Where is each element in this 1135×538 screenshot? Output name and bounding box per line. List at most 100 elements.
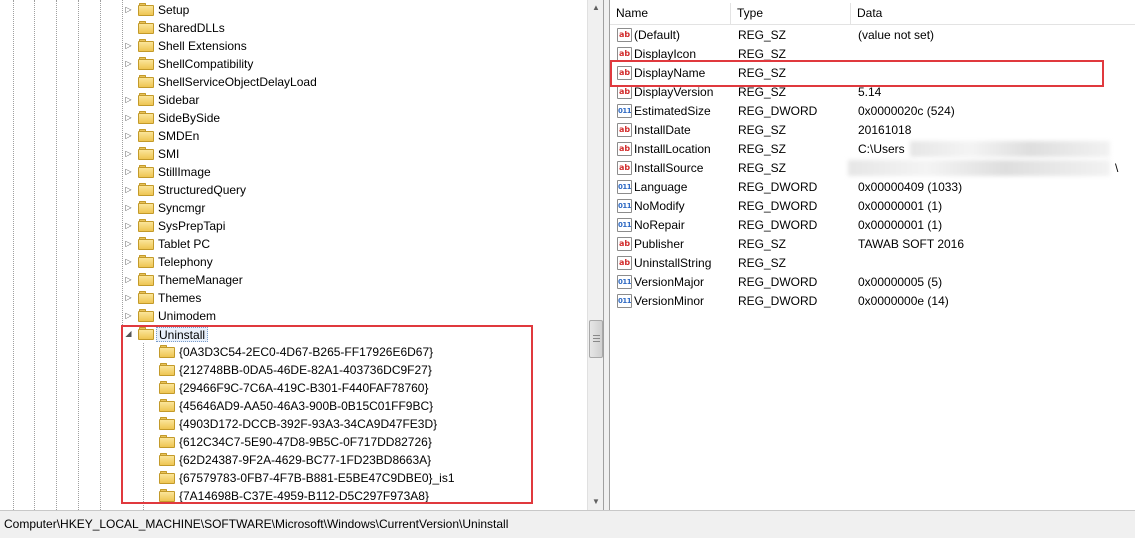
binary-value-icon: 011 — [617, 294, 632, 308]
expand-arrow-icon[interactable]: ▷ — [124, 203, 133, 212]
value-row[interactable]: ab (Default) REG_SZ (value not set) — [610, 26, 1135, 45]
value-row[interactable]: 011 VersionMajor REG_DWORD 0x00000005 (5) — [610, 273, 1135, 292]
expand-arrow-icon[interactable]: ▷ — [124, 95, 133, 104]
tree-item-label: StillImage — [158, 165, 211, 179]
value-data: 20161018 — [858, 123, 912, 137]
value-row[interactable]: 011 Language REG_DWORD 0x00000409 (1033) — [610, 178, 1135, 197]
value-row[interactable]: ab UninstallString REG_SZ — [610, 254, 1135, 273]
value-name: VersionMajor — [634, 275, 705, 289]
expand-arrow-icon[interactable]: ▷ — [124, 239, 133, 248]
column-header-type[interactable]: Type — [731, 3, 851, 25]
value-name: VersionMinor — [634, 294, 705, 308]
folder-icon — [138, 93, 154, 106]
tree-item-label: Shell Extensions — [158, 39, 247, 53]
tree-item[interactable]: ▷ ThemeManager — [0, 271, 580, 289]
tree-item[interactable]: ShellServiceObjectDelayLoad — [0, 73, 580, 91]
scroll-down-arrow-icon[interactable]: ▼ — [588, 494, 603, 510]
value-type: REG_DWORD — [738, 199, 818, 213]
tree-item[interactable]: SharedDLLs — [0, 19, 580, 37]
folder-icon — [138, 75, 154, 88]
tree-item-label: ThemeManager — [158, 273, 243, 287]
registry-tree-pane[interactable]: ▷ Setup SharedDLLs ▷ Shell Extensions ▷ ShellC… — [0, 0, 604, 510]
value-type: REG_DWORD — [738, 294, 818, 308]
folder-icon — [138, 273, 154, 286]
column-header-data[interactable]: Data — [851, 3, 1135, 25]
expand-arrow-icon[interactable]: ▷ — [124, 41, 133, 50]
registry-values-pane[interactable]: Name Type Data ab (Default) REG_SZ (value n… — [609, 0, 1135, 510]
value-type: REG_SZ — [738, 47, 787, 61]
tree-item[interactable]: ▷ Syncmgr — [0, 199, 580, 217]
tree-item[interactable]: ▷ Setup — [0, 1, 580, 19]
tree-item-label: ShellServiceObjectDelayLoad — [158, 75, 317, 89]
tree-vertical-scrollbar[interactable]: ▲ ▼ — [587, 0, 603, 510]
value-type: REG_SZ — [738, 256, 787, 270]
expand-arrow-icon[interactable]: ▷ — [124, 221, 133, 230]
folder-icon — [138, 3, 154, 16]
tree-item[interactable]: ▷ SideBySide — [0, 109, 580, 127]
tree-item-label: SysPrepTapi — [158, 219, 226, 233]
scroll-up-arrow-icon[interactable]: ▲ — [588, 0, 603, 16]
folder-icon — [138, 201, 154, 214]
expand-arrow-icon[interactable]: ▷ — [124, 293, 133, 302]
tree-item-label: Syncmgr — [158, 201, 206, 215]
folder-icon — [138, 21, 154, 34]
status-path: Computer\HKEY_LOCAL_MACHINE\SOFTWARE\Mic… — [4, 517, 509, 531]
tree-item[interactable]: ▷ Shell Extensions — [0, 37, 580, 55]
tree-item[interactable]: ▷ StructuredQuery — [0, 181, 580, 199]
binary-value-icon: 011 — [617, 275, 632, 289]
value-name: InstallLocation — [634, 142, 711, 156]
value-name: Language — [634, 180, 688, 194]
value-row[interactable]: 011 NoRepair REG_DWORD 0x00000001 (1) — [610, 216, 1135, 235]
column-header-name[interactable]: Name — [610, 3, 731, 25]
value-row[interactable]: 011 VersionMinor REG_DWORD 0x0000000e (14) — [610, 292, 1135, 311]
tree-item[interactable]: ▷ Telephony — [0, 253, 580, 271]
tree-item[interactable]: ▷ SMI — [0, 145, 580, 163]
tree-item[interactable]: ▷ ShellCompatibility — [0, 55, 580, 73]
expand-arrow-icon[interactable]: ▷ — [124, 5, 133, 14]
value-data: 0x0000020c (524) — [858, 104, 955, 118]
tree-item[interactable]: ▷ Themes — [0, 289, 580, 307]
expand-arrow-icon[interactable]: ▷ — [124, 185, 133, 194]
value-data: 0x00000005 (5) — [858, 275, 943, 289]
tree-item[interactable]: ▷ Sidebar — [0, 91, 580, 109]
expand-arrow-icon[interactable]: ▷ — [124, 131, 133, 140]
value-data: 5.14 — [858, 85, 882, 99]
folder-icon — [138, 219, 154, 232]
tree-item-label: Telephony — [158, 255, 213, 269]
value-row[interactable]: ab InstallSource REG_SZ \ — [610, 159, 1135, 178]
redacted-data — [848, 160, 1110, 176]
expand-arrow-icon[interactable]: ▷ — [124, 113, 133, 122]
value-name: InstallDate — [634, 123, 691, 137]
tree-item-label: Tablet PC — [158, 237, 211, 251]
value-type: REG_SZ — [738, 161, 787, 175]
binary-value-icon: 011 — [617, 218, 632, 232]
expand-arrow-icon[interactable]: ▷ — [124, 149, 133, 158]
tree-item-label: SideBySide — [158, 111, 221, 125]
expand-arrow-icon[interactable]: ▷ — [124, 275, 133, 284]
tree-item[interactable]: ▷ Unimodem — [0, 307, 580, 325]
value-name: NoModify — [634, 199, 685, 213]
tree-item-label: SharedDLLs — [158, 21, 225, 35]
value-row[interactable]: 011 EstimatedSize REG_DWORD 0x0000020c (524… — [610, 102, 1135, 121]
value-row[interactable]: ab Publisher REG_SZ TAWAB SOFT 2016 — [610, 235, 1135, 254]
value-row[interactable]: ab InstallLocation REG_SZ C:\Users — [610, 140, 1135, 159]
value-type: REG_SZ — [738, 237, 787, 251]
tree-item[interactable]: ▷ SysPrepTapi — [0, 217, 580, 235]
expand-arrow-icon[interactable]: ▷ — [124, 257, 133, 266]
expand-arrow-icon[interactable]: ▷ — [124, 59, 133, 68]
value-data: 0x00000001 (1) — [858, 199, 943, 213]
tree-item[interactable]: ▷ SMDEn — [0, 127, 580, 145]
string-value-icon: ab — [617, 85, 632, 99]
value-row[interactable]: 011 NoModify REG_DWORD 0x00000001 (1) — [610, 197, 1135, 216]
tree-item[interactable]: ▷ Tablet PC — [0, 235, 580, 253]
value-row[interactable]: ab InstallDate REG_SZ 20161018 — [610, 121, 1135, 140]
expand-arrow-icon[interactable]: ▷ — [124, 311, 133, 320]
value-type: REG_DWORD — [738, 275, 818, 289]
scrollbar-thumb[interactable] — [589, 320, 603, 358]
folder-icon — [138, 39, 154, 52]
value-name: EstimatedSize — [634, 104, 711, 118]
value-type: REG_DWORD — [738, 104, 818, 118]
string-value-icon: ab — [617, 161, 632, 175]
tree-item[interactable]: ▷ StillImage — [0, 163, 580, 181]
expand-arrow-icon[interactable]: ▷ — [124, 167, 133, 176]
